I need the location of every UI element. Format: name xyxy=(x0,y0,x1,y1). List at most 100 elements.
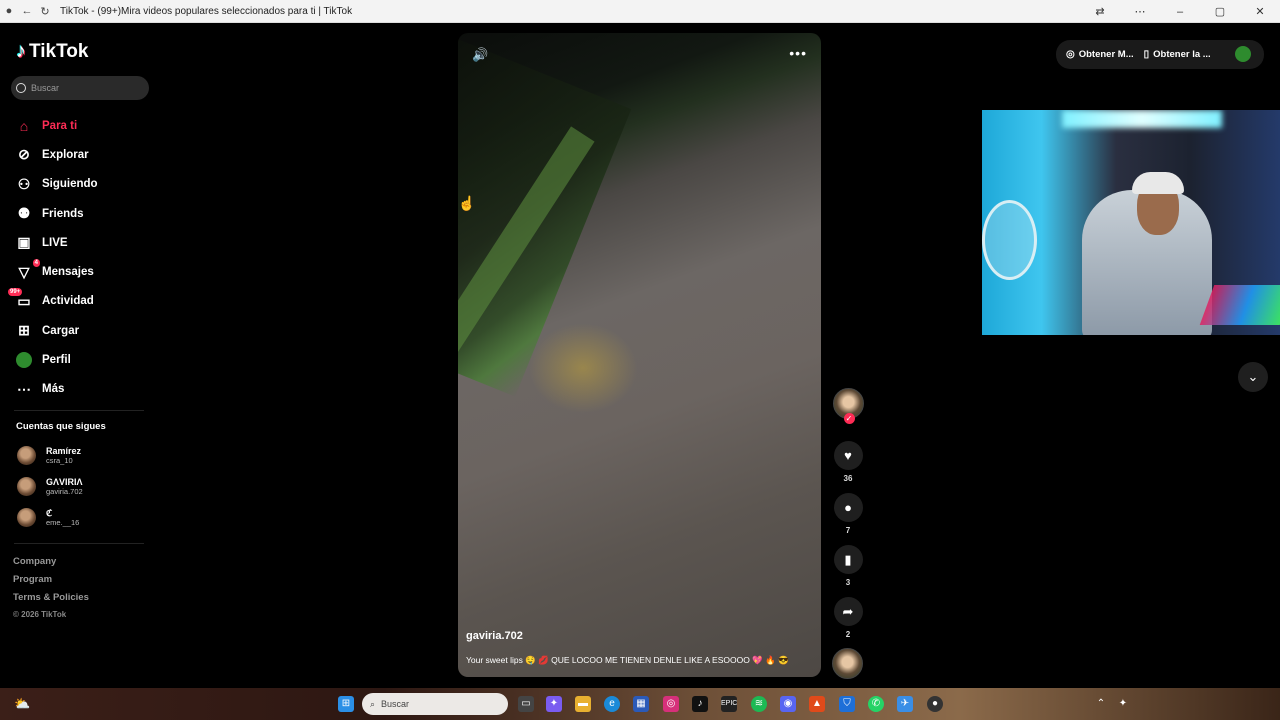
whatsapp-icon[interactable]: ✆ xyxy=(868,696,884,712)
follow-plus-icon[interactable]: ✓ xyxy=(843,413,855,424)
avatar xyxy=(17,507,36,527)
get-app-button[interactable]: ▯ Obtener la ... xyxy=(1144,49,1211,60)
taskbar-search-placeholder: Buscar xyxy=(381,699,410,709)
video-player[interactable]: 🔊 ••• gaviria.702 Your sweet lips 🤤 💋 QU… xyxy=(458,33,821,677)
nav-item-explorar[interactable]: ⊘ Explorar xyxy=(14,140,160,169)
windows-start-icon[interactable]: ⊞ xyxy=(338,696,354,712)
nav-label: Mensajes xyxy=(42,266,94,279)
close-button[interactable]: ✕ xyxy=(1240,5,1280,18)
search-input[interactable]: Buscar xyxy=(11,76,149,100)
nav-item-friends[interactable]: ⚉ Friends xyxy=(14,199,160,228)
messages-icon: ▽ 4 xyxy=(18,259,40,280)
like-count: 36 xyxy=(843,474,853,483)
reload-icon[interactable]: ↻ xyxy=(36,0,54,23)
translate-icon[interactable]: ⇄ xyxy=(1080,5,1120,18)
get-coins-label: Obtener M... xyxy=(1078,49,1134,60)
fan xyxy=(982,200,1037,280)
footer-links: Company Program Terms & Policies © 2026 … xyxy=(13,556,89,628)
obs-icon[interactable]: ● xyxy=(927,696,943,712)
weather-icon[interactable]: ⛅ xyxy=(14,696,30,712)
nav-item-mensajes[interactable]: ▽ 4 Mensajes xyxy=(14,257,160,286)
spotify-icon[interactable]: ≋ xyxy=(751,696,767,712)
edge-icon[interactable]: e xyxy=(604,696,620,712)
nav-item-cargar[interactable]: ⊞ Cargar xyxy=(14,316,160,345)
screen: ● ← ↻ TikTok - (99+)Mira videos populare… xyxy=(0,0,1280,720)
save-action[interactable]: ▮ 3 xyxy=(831,545,865,587)
volume-icon[interactable]: 🔊 xyxy=(472,47,488,62)
following-heading: Cuentas que sigues xyxy=(16,421,106,432)
back-icon[interactable]: ← xyxy=(18,0,36,23)
video-more-icon[interactable]: ••• xyxy=(789,45,807,61)
browser-titlebar: ● ← ↻ TikTok - (99+)Mira videos populare… xyxy=(0,0,1280,23)
streamer-cap xyxy=(1132,172,1184,194)
divider xyxy=(14,543,144,544)
sound-avatar[interactable] xyxy=(832,648,863,679)
footer-link-company[interactable]: Company xyxy=(13,556,89,574)
nav-item-para-ti[interactable]: ⌂ Para ti xyxy=(14,111,160,140)
avatar xyxy=(17,476,36,496)
nav-item-actividad[interactable]: ▭ 99+ Actividad xyxy=(8,287,160,316)
account-handle: gaviria.702 xyxy=(46,486,83,496)
user-avatar[interactable] xyxy=(1235,46,1251,62)
nav-label: Friends xyxy=(42,207,84,220)
copilot-icon[interactable]: ✦ xyxy=(546,696,562,712)
footer-link-program[interactable]: Program xyxy=(13,574,89,592)
task-view-icon[interactable]: ▭ xyxy=(518,696,534,712)
account-name: Ramírez xyxy=(46,445,82,456)
live-icon: ▣ xyxy=(17,234,31,251)
nav-item-perfil[interactable]: Perfil xyxy=(14,345,160,374)
tiktok-app-icon[interactable]: ♪ xyxy=(692,696,708,712)
next-video-button[interactable]: ⌄ xyxy=(1238,362,1268,392)
following-account[interactable]: GΛVIRIΛ gaviria.702 xyxy=(17,474,157,498)
tray-app-icon[interactable]: ✦ xyxy=(1115,696,1131,712)
instagram-icon[interactable]: ◎ xyxy=(663,696,679,712)
get-coins-button[interactable]: ◎ Obtener M... xyxy=(1066,49,1134,60)
nav-label: Actividad xyxy=(42,295,94,308)
browser-menu-icon[interactable]: ⋯ xyxy=(1120,5,1160,18)
tiktok-logo[interactable]: ♪ TikTok xyxy=(16,40,88,63)
file-explorer-icon[interactable]: ▬ xyxy=(575,696,591,712)
share-icon[interactable]: ➦ xyxy=(833,597,863,626)
compass-icon: ⊘ xyxy=(18,146,30,163)
creator-avatar[interactable]: ✓ xyxy=(832,388,864,424)
nav-label: Más xyxy=(42,383,65,396)
upload-icon: ⊞ xyxy=(18,322,30,339)
friends-icon: ⚉ xyxy=(17,205,31,222)
share-action[interactable]: ➦ 2 xyxy=(831,597,865,639)
profile-avatar xyxy=(14,350,34,370)
like-action[interactable]: ♥ 36 xyxy=(831,441,865,483)
following-account[interactable]: Ramírez csra_10 xyxy=(17,443,157,467)
activity-icon: ▭ 99+ xyxy=(8,288,31,309)
heart-icon[interactable]: ♥ xyxy=(833,441,863,470)
app-icon[interactable]: ▲ xyxy=(809,696,825,712)
comment-icon[interactable]: ● xyxy=(833,493,863,522)
nav-label: Cargar xyxy=(42,324,80,337)
webcam-overlay xyxy=(982,110,1280,335)
messages-badge: 4 xyxy=(32,259,40,268)
video-frame xyxy=(528,323,638,413)
minimize-button[interactable]: – xyxy=(1160,6,1200,18)
epic-games-icon[interactable]: EPIC xyxy=(721,696,737,712)
account-handle: csra_10 xyxy=(46,455,73,465)
taskbar-search[interactable]: ⌕ Buscar xyxy=(362,693,508,715)
coins-icon: ◎ xyxy=(1066,49,1075,60)
led-light xyxy=(1062,110,1222,128)
maximize-button[interactable]: ▢ xyxy=(1200,5,1240,18)
footer-link-terms[interactable]: Terms & Policies xyxy=(13,592,89,610)
nav-label: LIVE xyxy=(42,236,68,249)
bookmark-icon[interactable]: ▮ xyxy=(833,545,863,574)
copyright: © 2026 TikTok xyxy=(13,610,67,619)
nav-item-mas[interactable]: ⋯ Más xyxy=(14,375,160,404)
nav-item-live[interactable]: ▣ LIVE xyxy=(14,228,160,257)
store-icon[interactable]: ▦ xyxy=(633,696,649,712)
windows-taskbar: ⛅ ⊞ ⌕ Buscar ▭ ✦ ▬ e ▦ ◎ ♪ EPIC ≋ ◉ ▲ ⛉ … xyxy=(0,688,1280,720)
app-store-icon[interactable]: ✈ xyxy=(897,696,913,712)
nav-item-siguiendo[interactable]: ⚇ Siguiendo xyxy=(14,170,160,199)
video-author[interactable]: gaviria.702 xyxy=(466,630,523,642)
following-account[interactable]: ℭ eme.__16 xyxy=(17,505,157,529)
get-app-label: Obtener la ... xyxy=(1153,49,1211,60)
comment-action[interactable]: ● 7 xyxy=(831,493,865,535)
discord-icon[interactable]: ◉ xyxy=(780,696,796,712)
shield-icon[interactable]: ⛉ xyxy=(839,696,855,712)
tray-chevron-icon[interactable]: ⌃ xyxy=(1093,696,1109,712)
